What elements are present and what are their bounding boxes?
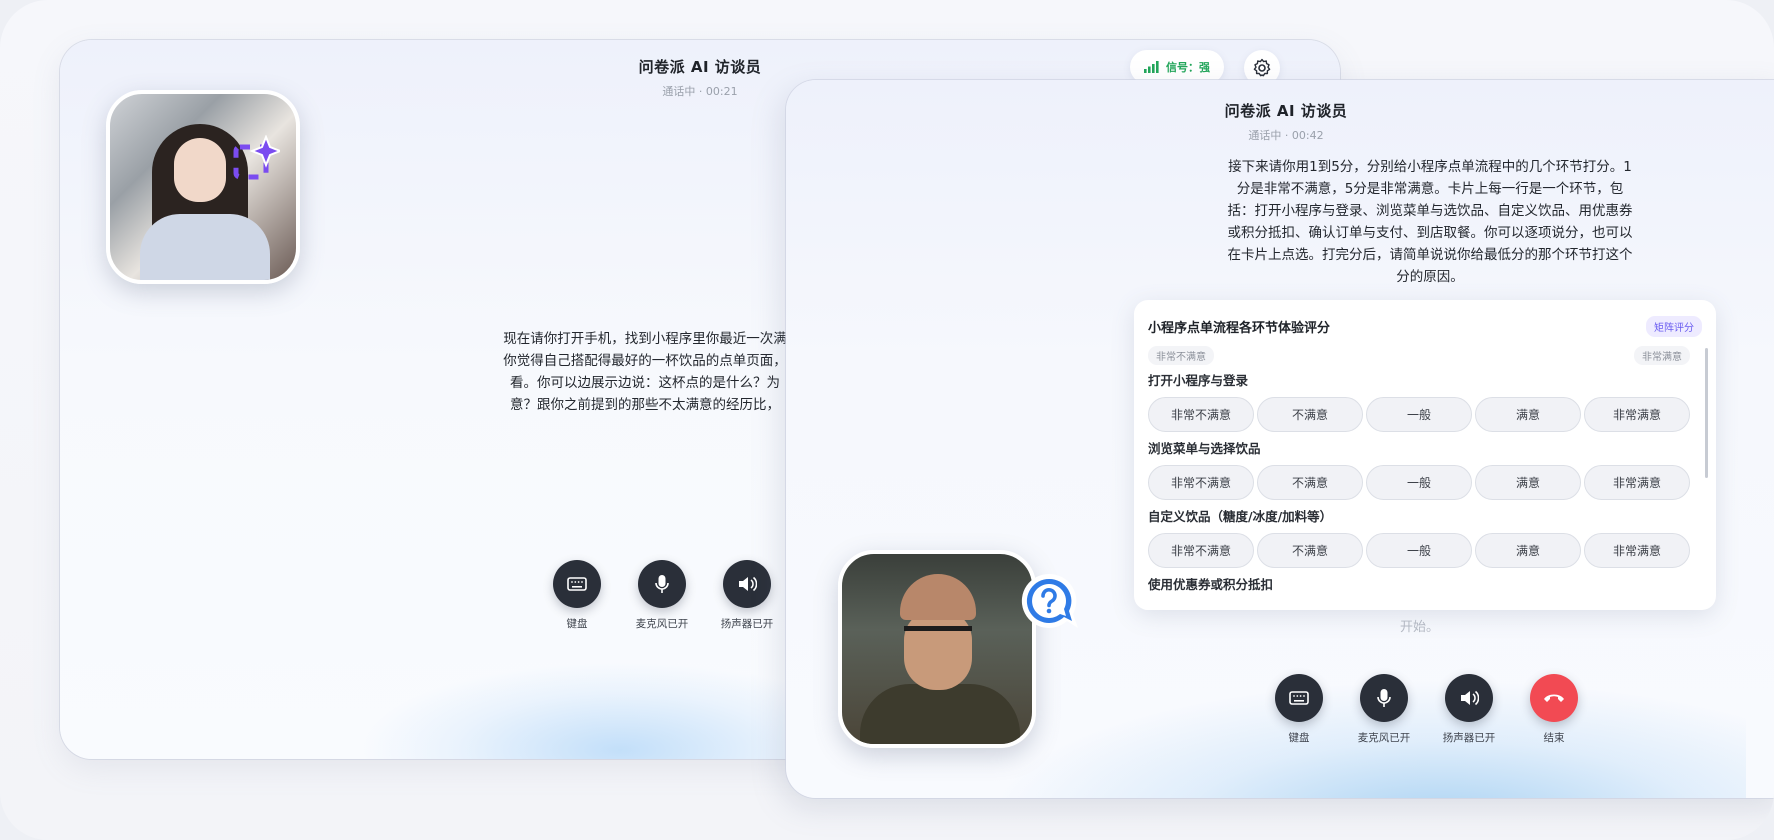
rating-item-label: 使用优惠券或积分抵扣 — [1148, 577, 1274, 592]
sparkle-icon — [233, 135, 280, 180]
back-controls: 键盘 麦克风已开 扬声器已开 — [550, 560, 774, 631]
avatar-face — [174, 138, 226, 202]
rating-options: 非常不满意 不满意 一般 满意 非常满意 — [1148, 397, 1696, 432]
microphone-button[interactable]: 麦克风已开 — [635, 560, 689, 631]
rating-option[interactable]: 不满意 — [1257, 465, 1363, 500]
interviewee-avatar-man — [838, 550, 1036, 748]
end-call-button[interactable]: 结束 — [1527, 674, 1581, 745]
rating-options: 非常不满意 不满意 一般 满意 非常满意 — [1148, 533, 1696, 568]
hang-up-icon[interactable] — [1530, 674, 1578, 722]
rating-option[interactable]: 满意 — [1475, 533, 1581, 568]
interviewee-avatar-woman — [106, 90, 300, 284]
rating-option[interactable]: 一般 — [1366, 397, 1472, 432]
scale-high-label: 非常满意 — [1634, 346, 1690, 365]
speaker-button[interactable]: 扬声器已开 — [1442, 674, 1496, 745]
speaker-label: 扬声器已开 — [1442, 732, 1496, 744]
back-speech-text: 现在请你打开手机，找到小程序里你最近一次满 你觉得自己搭配得最好的一杯饮品的点单… — [465, 328, 825, 416]
avatar-face — [904, 610, 972, 690]
speaker-button[interactable]: 扬声器已开 — [720, 560, 774, 631]
rating-option[interactable]: 非常满意 — [1584, 397, 1690, 432]
speech-line: 看。你可以边展示边说：这杯点的是什么？为 — [510, 375, 780, 391]
rating-option[interactable]: 一般 — [1366, 465, 1472, 500]
gear-icon[interactable] — [1252, 58, 1272, 78]
avatar-glasses — [904, 626, 972, 649]
avatar-beanie — [900, 574, 976, 620]
card-type-tag: 矩阵评分 — [1646, 316, 1702, 337]
rating-option[interactable]: 非常满意 — [1584, 465, 1690, 500]
rating-option[interactable]: 不满意 — [1257, 397, 1363, 432]
question-text: 接下来请你用1到5分，分别给小程序点单流程中的几个环节打分。1 分是非常不满意，… — [1204, 156, 1656, 288]
rating-option[interactable]: 非常不满意 — [1148, 465, 1254, 500]
rating-option[interactable]: 非常不满意 — [1148, 533, 1254, 568]
question-line: 分是非常不满意，5分是非常满意。卡片上每一行是一个环节，包 — [1236, 181, 1624, 197]
rating-item-label: 自定义饮品（糖度/冰度/加料等） — [1148, 509, 1333, 524]
faded-transcript: 开始。 — [1400, 620, 1440, 635]
keyboard-button[interactable]: 键盘 — [1272, 674, 1326, 745]
end-call-label: 结束 — [1543, 732, 1565, 744]
keyboard-label: 键盘 — [1288, 732, 1310, 744]
card-title: 小程序点单流程各环节体验评分 — [1148, 321, 1331, 336]
scale-low-label: 非常不满意 — [1148, 346, 1214, 365]
rating-option[interactable]: 满意 — [1475, 465, 1581, 500]
speech-line: 你觉得自己搭配得最好的一杯饮品的点单页面， — [503, 353, 787, 369]
matrix-rating-card: 小程序点单流程各环节体验评分 矩阵评分 非常不满意 非常满意 打开小程序与登录 … — [1134, 300, 1716, 610]
microphone-button[interactable]: 麦克风已开 — [1357, 674, 1411, 745]
question-line: 在卡片上点选。打完分后，请简单说说你给最低分的那个环节打这个 — [1227, 247, 1633, 263]
question-line: 或积分抵扣、确认订单与支付、到店取餐。你可以逐项说分，也可以 — [1227, 225, 1633, 241]
front-call-status: 通话中 · 00:42 — [1248, 129, 1324, 142]
rating-option[interactable]: 非常不满意 — [1148, 397, 1254, 432]
question-bubble-icon — [1021, 573, 1078, 628]
keyboard-button[interactable]: 键盘 — [550, 560, 604, 631]
keyboard-icon[interactable] — [553, 560, 601, 608]
speaker-icon[interactable] — [1445, 674, 1493, 722]
card-header: 小程序点单流程各环节体验评分 矩阵评分 — [1148, 316, 1702, 337]
microphone-label: 麦克风已开 — [1357, 732, 1411, 744]
microphone-icon[interactable] — [638, 560, 686, 608]
microphone-icon[interactable] — [1360, 674, 1408, 722]
rating-option[interactable]: 非常满意 — [1584, 533, 1690, 568]
rating-option[interactable]: 一般 — [1366, 533, 1472, 568]
avatar-jacket — [860, 684, 1020, 744]
rating-option[interactable]: 不满意 — [1257, 533, 1363, 568]
card-scrollbar[interactable] — [1705, 348, 1708, 478]
signal-bars-icon — [1144, 61, 1159, 73]
microphone-label: 麦克风已开 — [635, 618, 689, 630]
rating-option[interactable]: 满意 — [1475, 397, 1581, 432]
rating-items: 打开小程序与登录 非常不满意 不满意 一般 满意 非常满意 浏览菜单与选择饮品 … — [1148, 366, 1696, 596]
rating-item-label: 浏览菜单与选择饮品 — [1148, 441, 1261, 456]
front-header: 问卷派 AI 访谈员 通话中 · 00:42 — [786, 100, 1774, 143]
rating-item-label: 打开小程序与登录 — [1148, 373, 1249, 388]
keyboard-label: 键盘 — [566, 618, 588, 630]
scale-legend: 非常不满意 非常满意 — [1148, 346, 1690, 365]
avatar-body — [140, 214, 270, 280]
speech-line: 现在请你打开手机，找到小程序里你最近一次满 — [503, 331, 787, 347]
speaker-label: 扬声器已开 — [720, 618, 774, 630]
front-title: 问卷派 AI 访谈员 — [1224, 102, 1348, 120]
rating-options: 非常不满意 不满意 一般 满意 非常满意 — [1148, 465, 1696, 500]
question-line: 括：打开小程序与登录、浏览菜单与选饮品、自定义饮品、用优惠券 — [1227, 203, 1633, 219]
stage: 问卷派 AI 访谈员 通话中 · 00:21 现在请你打开手机，找到小程序里你最… — [0, 0, 1774, 840]
front-controls: 键盘 麦克风已开 扬声器已开 结束 — [1272, 674, 1581, 745]
question-line: 分的原因。 — [1396, 269, 1464, 285]
question-line: 接下来请你用1到5分，分别给小程序点单流程中的几个环节打分。1 — [1228, 159, 1632, 175]
speaker-icon[interactable] — [723, 560, 771, 608]
keyboard-icon[interactable] — [1275, 674, 1323, 722]
signal-indicator: 信号：强 — [1130, 50, 1224, 84]
signal-label: 信号：强 — [1166, 61, 1210, 74]
speech-line: 意？跟你之前提到的那些不太满意的经历比， — [510, 397, 780, 413]
